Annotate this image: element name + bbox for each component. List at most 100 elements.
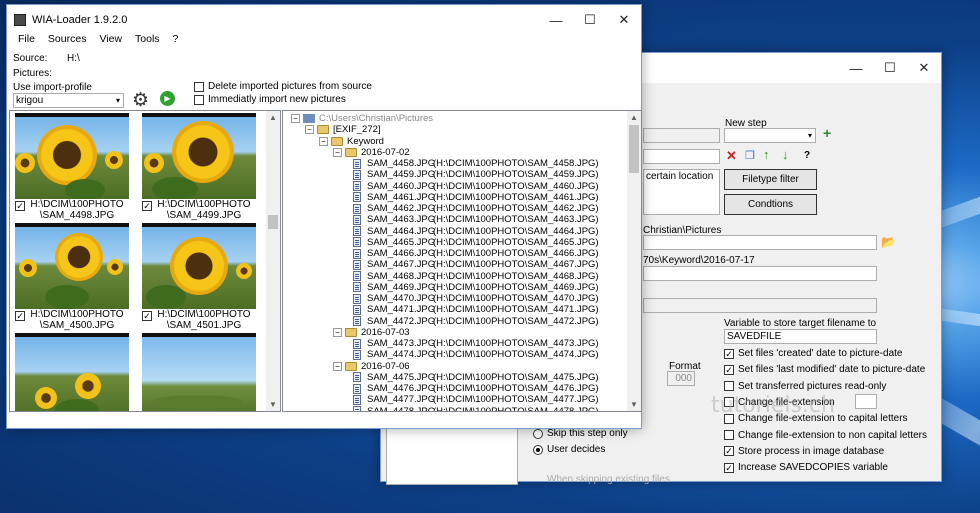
tree-file-item[interactable]: SAM_4460.JPG (H:\DCIM\100PHOTO\SAM_4460.J… — [353, 181, 599, 192]
location-box: certain location — [643, 169, 720, 215]
minimize-button[interactable]: — — [839, 53, 873, 83]
move-up-icon[interactable]: ↑ — [763, 147, 770, 162]
var-field[interactable]: SAVEDFILE — [724, 329, 877, 344]
maximize-button[interactable]: ☐ — [573, 5, 607, 35]
close-button[interactable]: ✕ — [907, 53, 941, 83]
thumbnail-image[interactable] — [15, 223, 129, 309]
field-2[interactable] — [643, 149, 720, 164]
option-checkbox[interactable]: ✓ Set files 'created' date to picture-dat… — [724, 348, 902, 359]
tree-file-item[interactable]: SAM_4476.JPG (H:\DCIM\100PHOTO\SAM_4476.J… — [353, 383, 599, 394]
source-label: Source: — [13, 53, 48, 64]
tree-file-path: (H:\DCIM\100PHOTO\SAM_4476.JPG) — [433, 383, 599, 394]
gear-icon[interactable]: ⚙ — [132, 89, 149, 112]
tree-file-item[interactable]: SAM_4462.JPG (H:\DCIM\100PHOTO\SAM_4462.J… — [353, 203, 599, 214]
thumbnail-caption: H:\DCIM\100PHOTO\SAM_4500.JPG — [30, 309, 124, 331]
path-2-field[interactable] — [643, 266, 877, 281]
tree-file-item[interactable]: SAM_4477.JPG (H:\DCIM\100PHOTO\SAM_4477.J… — [353, 394, 599, 405]
thumbnail-checkbox[interactable]: ✓ H:\DCIM\100PHOTO\SAM_4501.JPG — [142, 309, 252, 331]
tree-date-label: 2016-07-06 — [361, 360, 410, 372]
minimize-button[interactable]: — — [539, 5, 573, 35]
scroll-thumb[interactable] — [629, 125, 639, 173]
tree-file-name: SAM_4458.JPG — [367, 158, 436, 169]
option-label: Set files 'last modified' date to pictur… — [738, 364, 926, 376]
tree-file-item[interactable]: SAM_4464.JPG (H:\DCIM\100PHOTO\SAM_4464.J… — [353, 226, 599, 237]
tree-file-item[interactable]: SAM_4478.JPG (H:\DCIM\100PHOTO\SAM_4478.J… — [353, 406, 599, 411]
thumbnail-checkbox[interactable]: ✓ H:\DCIM\100PHOTO\SAM_4498.JPG — [15, 199, 125, 221]
thumbnail-image[interactable] — [15, 333, 129, 411]
tree-file-item[interactable]: SAM_4473.JPG (H:\DCIM\100PHOTO\SAM_4473.J… — [353, 338, 599, 349]
tree-date-label: 2016-07-02 — [361, 146, 410, 158]
help-icon[interactable]: ? — [804, 150, 810, 161]
field-1[interactable] — [643, 128, 720, 143]
tree-file-item[interactable]: SAM_4467.JPG (H:\DCIM\100PHOTO\SAM_4467.J… — [353, 259, 599, 270]
tree-file-item[interactable]: SAM_4459.JPG (H:\DCIM\100PHOTO\SAM_4459.J… — [353, 169, 599, 180]
watermark: tutoriels.ch — [711, 393, 835, 418]
thumbnail-image[interactable] — [142, 113, 256, 199]
thumbnail-panel[interactable]: ✓ H:\DCIM\100PHOTO\SAM_4498.JPG ✓ H:\DCIM\… — [9, 110, 281, 412]
menu-file[interactable]: File — [18, 33, 35, 45]
delete-imported-checkbox[interactable]: Delete imported pictures from source — [194, 81, 372, 92]
tree-file-item[interactable]: SAM_4472.JPG (H:\DCIM\100PHOTO\SAM_4472.J… — [353, 316, 599, 327]
tree-folder-date[interactable]: −2016-07-03 — [333, 327, 410, 338]
option-checkbox[interactable]: ✓ Store process in image database — [724, 446, 884, 457]
thumbnail-checkbox[interactable]: ✓ H:\DCIM\100PHOTO\SAM_4499.JPG — [142, 199, 252, 221]
tree-file-item[interactable]: SAM_4466.JPG (H:\DCIM\100PHOTO\SAM_4466.J… — [353, 248, 599, 259]
menu-help[interactable]: ? — [173, 33, 179, 45]
thumbnail-scrollbar[interactable]: ▲ ▼ — [266, 111, 280, 411]
menu-tools[interactable]: Tools — [135, 33, 160, 45]
tree-root-label: C:\Users\Christian\Pictures — [319, 113, 434, 124]
play-icon[interactable]: ▶ — [160, 91, 175, 106]
menu-sources[interactable]: Sources — [48, 33, 87, 45]
thumbnail-image[interactable] — [15, 113, 129, 199]
copy-icon[interactable]: ❐ — [745, 149, 755, 162]
tree-file-item[interactable]: SAM_4474.JPG (H:\DCIM\100PHOTO\SAM_4474.J… — [353, 349, 599, 360]
scroll-thumb[interactable] — [268, 215, 278, 229]
tree-file-name: SAM_4460.JPG — [367, 180, 436, 192]
tree-file-item[interactable]: SAM_4468.JPG (H:\DCIM\100PHOTO\SAM_4468.J… — [353, 271, 599, 282]
skip-step-radio[interactable]: Skip this step only — [533, 428, 628, 439]
delete-icon[interactable]: ✕ — [726, 148, 737, 164]
tree-file-item[interactable]: SAM_4475.JPG (H:\DCIM\100PHOTO\SAM_4475.J… — [353, 372, 599, 383]
tree-file-item[interactable]: SAM_4471.JPG (H:\DCIM\100PHOTO\SAM_4471.J… — [353, 304, 599, 315]
profile-select[interactable]: krigou ▾ — [13, 93, 124, 108]
tree-scrollbar[interactable]: ▲ ▼ — [627, 111, 641, 411]
new-step-select[interactable]: ▾ — [724, 128, 816, 143]
app-icon — [14, 14, 26, 26]
filetype-filter-button[interactable]: Filetype filter — [724, 169, 817, 190]
option-checkbox[interactable]: ✓ Increase SAVEDCOPIES variable — [724, 462, 888, 473]
tree-file-item[interactable]: SAM_4461.JPG (H:\DCIM\100PHOTO\SAM_4461.J… — [353, 192, 599, 203]
tree-file-name: SAM_4462.JPG — [367, 203, 436, 214]
user-decides-radio[interactable]: User decides — [533, 444, 605, 455]
option-checkbox[interactable]: Change file-extension to non capital let… — [724, 430, 927, 441]
path-1-field[interactable] — [643, 235, 877, 250]
tree-file-item[interactable]: SAM_4469.JPG (H:\DCIM\100PHOTO\SAM_4469.J… — [353, 282, 599, 293]
pictures-label: Pictures: — [13, 68, 52, 79]
maximize-button[interactable]: ☐ — [873, 53, 907, 83]
tree-folder-keyword[interactable]: − Keyword — [319, 136, 384, 147]
thumbnail-image[interactable] — [142, 223, 256, 309]
window-title: WIA-Loader 1.9.2.0 — [32, 14, 128, 26]
menu-view[interactable]: View — [99, 33, 122, 45]
tree-folder-date[interactable]: −2016-07-02 — [333, 147, 410, 158]
tree-file-path: (H:\DCIM\100PHOTO\SAM_4462.JPG) — [433, 203, 599, 214]
tree-file-item[interactable]: SAM_4465.JPG (H:\DCIM\100PHOTO\SAM_4465.J… — [353, 237, 599, 248]
tree-root[interactable]: − C:\Users\Christian\Pictures — [291, 113, 433, 124]
option-checkbox[interactable]: ✓ Set files 'last modified' date to pictu… — [724, 364, 925, 375]
thumbnail-image[interactable] — [142, 333, 256, 411]
tree-file-item[interactable]: SAM_4458.JPG (H:\DCIM\100PHOTO\SAM_4458.J… — [353, 158, 599, 169]
immediate-import-checkbox[interactable]: Immediatly import new pictures — [194, 94, 346, 105]
folder-browse-icon[interactable]: 📂 — [881, 235, 896, 249]
conditions-button[interactable]: Condtions — [724, 194, 817, 215]
folder-tree-panel[interactable]: − C:\Users\Christian\Pictures − [EXIF_272] −… — [282, 110, 642, 412]
option-checkbox[interactable]: Set transferred pictures read-only — [724, 381, 886, 392]
tree-file-item[interactable]: SAM_4470.JPG (H:\DCIM\100PHOTO\SAM_4470.J… — [353, 293, 599, 304]
format-field[interactable]: 000 — [667, 371, 695, 386]
tree-folder-date[interactable]: −2016-07-06 — [333, 361, 410, 372]
tree-folder-exif[interactable]: − [EXIF_272] — [305, 124, 381, 135]
thumbnail-checkbox[interactable]: ✓ H:\DCIM\100PHOTO\SAM_4500.JPG — [15, 309, 125, 331]
close-button[interactable]: ✕ — [607, 5, 641, 35]
add-step-icon[interactable]: + — [823, 125, 831, 141]
move-down-icon[interactable]: ↓ — [782, 147, 789, 162]
extension-field[interactable] — [855, 394, 877, 409]
tree-file-item[interactable]: SAM_4463.JPG (H:\DCIM\100PHOTO\SAM_4463.J… — [353, 214, 599, 225]
